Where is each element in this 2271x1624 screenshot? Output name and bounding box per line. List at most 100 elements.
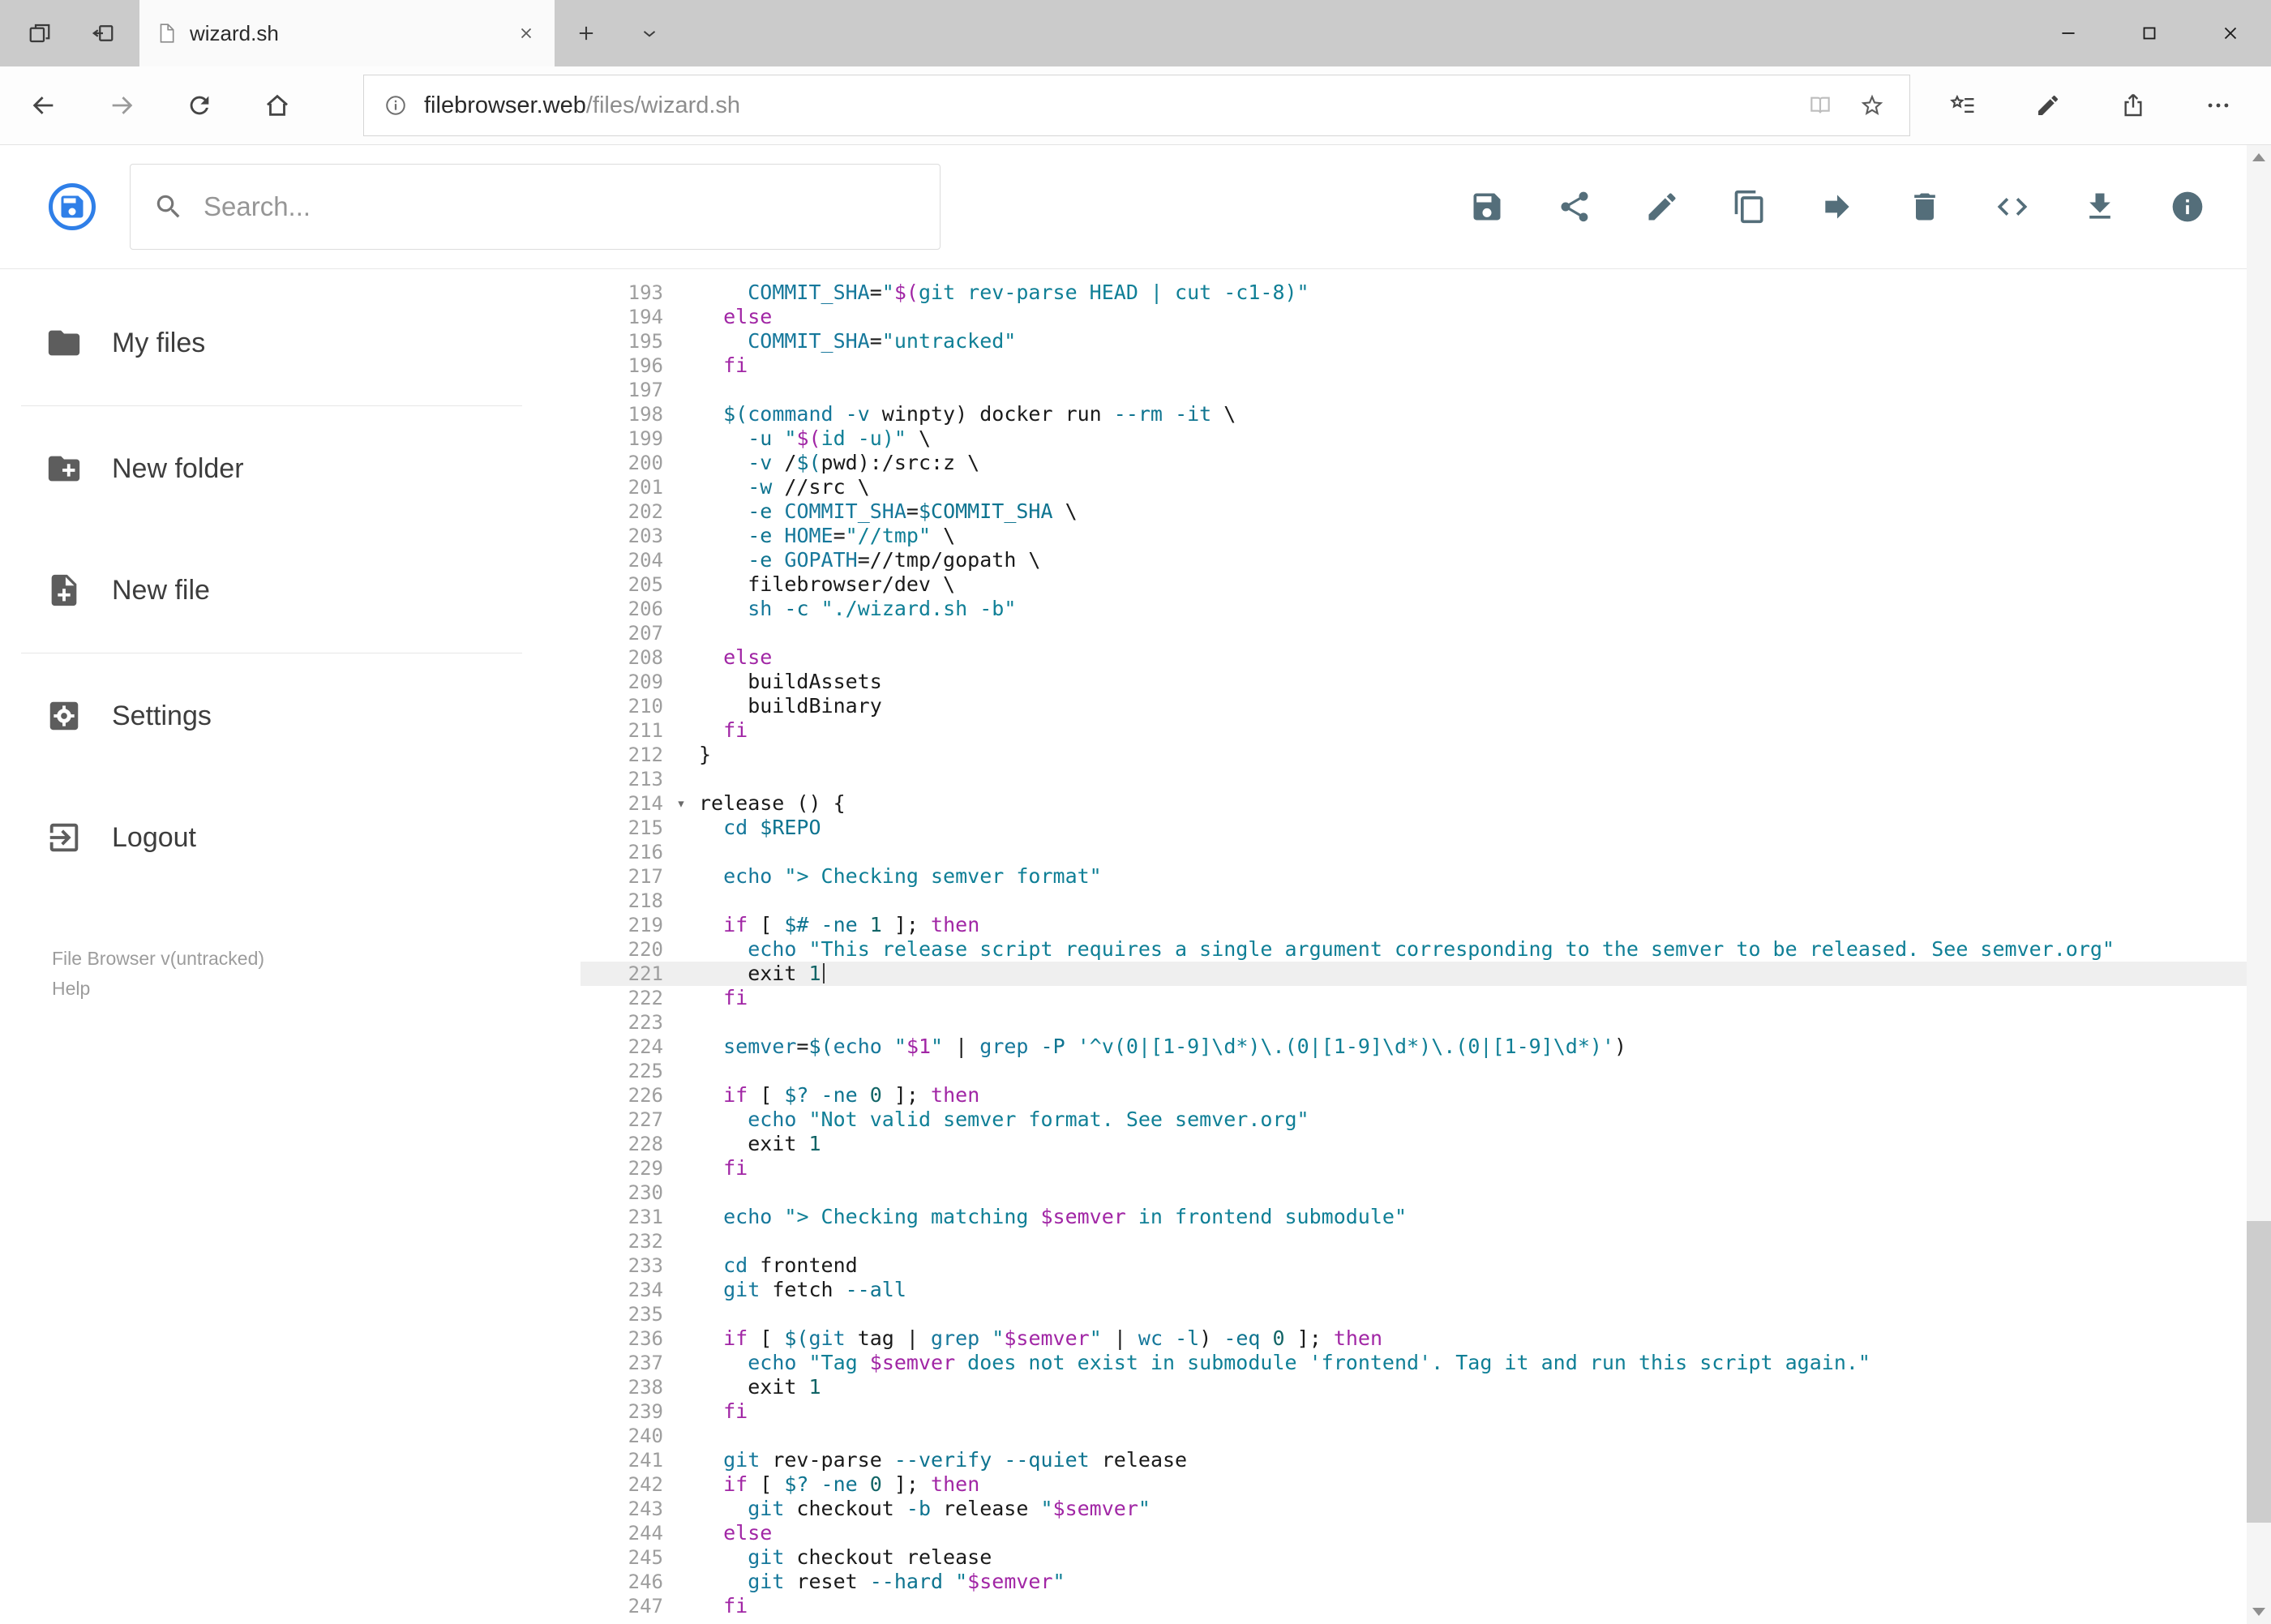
favorite-button[interactable]	[1854, 88, 1890, 123]
app-logo[interactable]	[49, 183, 96, 230]
move-button[interactable]	[1806, 175, 1869, 238]
sidebar-item-settings[interactable]: Settings	[0, 655, 581, 777]
search-input[interactable]	[204, 191, 917, 222]
favorites-hub-button[interactable]	[1930, 66, 1995, 144]
code-line[interactable]: 193 COMMIT_SHA="$(git rev-parse HEAD | c…	[581, 281, 2247, 305]
code-line[interactable]: 196 fi	[581, 354, 2247, 378]
code-line[interactable]: 197	[581, 378, 2247, 402]
tab-preview-toggle-button[interactable]	[618, 0, 681, 66]
code-line[interactable]: 200 -v /$(pwd):/src:z \	[581, 451, 2247, 475]
code-editor[interactable]: 193 COMMIT_SHA="$(git rev-parse HEAD | c…	[581, 269, 2247, 1624]
code-line[interactable]: 244 else	[581, 1521, 2247, 1545]
code-line[interactable]: 228 exit 1	[581, 1132, 2247, 1156]
code-line[interactable]: 210 buildBinary	[581, 694, 2247, 718]
code-line[interactable]: 227 echo "Not valid semver format. See s…	[581, 1108, 2247, 1132]
code-line[interactable]: 232	[581, 1229, 2247, 1253]
code-line[interactable]: 215 cd $REPO	[581, 816, 2247, 840]
scroll-thumb[interactable]	[2247, 1221, 2271, 1523]
tabs-preview-button[interactable]	[8, 0, 71, 66]
code-line[interactable]: 221 exit 1	[581, 962, 2247, 986]
code-line[interactable]: 243 git checkout -b release "$semver"	[581, 1497, 2247, 1521]
code-line[interactable]: 204 -e GOPATH=//tmp/gopath \	[581, 548, 2247, 572]
share-page-button[interactable]	[2101, 66, 2166, 144]
code-line[interactable]: 211 fi	[581, 718, 2247, 743]
code-line[interactable]: 239 fi	[581, 1399, 2247, 1424]
sidebar-item-logout[interactable]: Logout	[0, 777, 581, 898]
page-scrollbar[interactable]	[2247, 145, 2271, 1624]
code-line[interactable]: 216	[581, 840, 2247, 864]
rename-button[interactable]	[1630, 175, 1694, 238]
more-options-button[interactable]	[2186, 66, 2251, 144]
code-line[interactable]: 246 git reset --hard "$semver"	[581, 1570, 2247, 1594]
fold-toggle-icon[interactable]: ▾	[663, 791, 699, 816]
code-line[interactable]: 233 cd frontend	[581, 1253, 2247, 1278]
minimize-button[interactable]	[2028, 0, 2109, 66]
code-line[interactable]: 231 echo "> Checking matching $semver in…	[581, 1205, 2247, 1229]
code-line[interactable]: 194 else	[581, 305, 2247, 329]
code-line[interactable]: 199 -u "$(id -u)" \	[581, 426, 2247, 451]
code-line[interactable]: 230	[581, 1181, 2247, 1205]
search-box[interactable]	[130, 164, 941, 250]
maximize-button[interactable]	[2109, 0, 2190, 66]
code-line[interactable]: 198 $(command -v winpty) docker run --rm…	[581, 402, 2247, 426]
code-line[interactable]: 238 exit 1	[581, 1375, 2247, 1399]
back-button[interactable]	[5, 66, 83, 144]
delete-button[interactable]	[1893, 175, 1956, 238]
copy-button[interactable]	[1718, 175, 1781, 238]
help-link[interactable]: Help	[52, 974, 581, 1004]
browser-tab[interactable]: wizard.sh	[139, 0, 555, 66]
forward-button[interactable]	[83, 66, 161, 144]
close-window-button[interactable]	[2190, 0, 2271, 66]
home-button[interactable]	[238, 66, 316, 144]
code-line[interactable]: 209 buildAssets	[581, 670, 2247, 694]
code-line[interactable]: 235	[581, 1302, 2247, 1326]
code-line[interactable]: 247 fi	[581, 1594, 2247, 1618]
sidebar-item-new-file[interactable]: New file	[0, 529, 581, 651]
editor-mode-button[interactable]	[1981, 175, 2044, 238]
code-line[interactable]: 217 echo "> Checking semver format"	[581, 864, 2247, 889]
refresh-button[interactable]	[161, 66, 238, 144]
scroll-up-button[interactable]	[2247, 145, 2271, 169]
code-line[interactable]: 208 else	[581, 645, 2247, 670]
code-line[interactable]: 245 git checkout release	[581, 1545, 2247, 1570]
code-line[interactable]: 223	[581, 1010, 2247, 1035]
annotate-button[interactable]	[2016, 66, 2080, 144]
code-line[interactable]: 213	[581, 767, 2247, 791]
reading-view-button[interactable]	[1802, 88, 1838, 123]
code-line[interactable]: 212}	[581, 743, 2247, 767]
code-line[interactable]: 205 filebrowser/dev \	[581, 572, 2247, 597]
scroll-down-button[interactable]	[2247, 1600, 2271, 1624]
code-line[interactable]: 222 fi	[581, 986, 2247, 1010]
code-line[interactable]: 206 sh -c "./wizard.sh -b"	[581, 597, 2247, 621]
code-line[interactable]: 242 if [ $? -ne 0 ]; then	[581, 1472, 2247, 1497]
tab-close-button[interactable]	[514, 21, 538, 45]
code-line[interactable]: 203 -e HOME="//tmp" \	[581, 524, 2247, 548]
code-line[interactable]: 234 git fetch --all	[581, 1278, 2247, 1302]
share-button[interactable]	[1543, 175, 1606, 238]
set-tabs-aside-button[interactable]	[71, 0, 135, 66]
code-line[interactable]: 201 -w //src \	[581, 475, 2247, 499]
code-line[interactable]: 214 ▾ release () {	[581, 791, 2247, 816]
code-line[interactable]: 237 echo "Tag $semver does not exist in …	[581, 1351, 2247, 1375]
code-line[interactable]: 220 echo "This release script requires a…	[581, 937, 2247, 962]
download-button[interactable]	[2068, 175, 2132, 238]
code-line[interactable]: 226 if [ $? -ne 0 ]; then	[581, 1083, 2247, 1108]
code-line[interactable]: 195 COMMIT_SHA="untracked"	[581, 329, 2247, 354]
code-line[interactable]: 241 git rev-parse --verify --quiet relea…	[581, 1448, 2247, 1472]
save-button[interactable]	[1455, 175, 1519, 238]
code-line[interactable]: 202 -e COMMIT_SHA=$COMMIT_SHA \	[581, 499, 2247, 524]
code-line[interactable]: 224 semver=$(echo "$1" | grep -P '^v(0|[…	[581, 1035, 2247, 1059]
code-line[interactable]: 218	[581, 889, 2247, 913]
code-line[interactable]: 219 if [ $# -ne 1 ]; then	[581, 913, 2247, 937]
new-tab-button[interactable]	[555, 0, 618, 66]
sidebar-item-my-files[interactable]: My files	[0, 282, 581, 404]
code-line[interactable]: 236 if [ $(git tag | grep "$semver" | wc…	[581, 1326, 2247, 1351]
code-line[interactable]: 207	[581, 621, 2247, 645]
code-line[interactable]: 240	[581, 1424, 2247, 1448]
info-button[interactable]	[2156, 175, 2219, 238]
code-line[interactable]: 229 fi	[581, 1156, 2247, 1181]
code-line[interactable]: 225	[581, 1059, 2247, 1083]
site-info-button[interactable]	[383, 93, 408, 118]
address-bar[interactable]: filebrowser.web/files/wizard.sh	[363, 75, 1910, 136]
sidebar-item-new-folder[interactable]: New folder	[0, 408, 581, 529]
